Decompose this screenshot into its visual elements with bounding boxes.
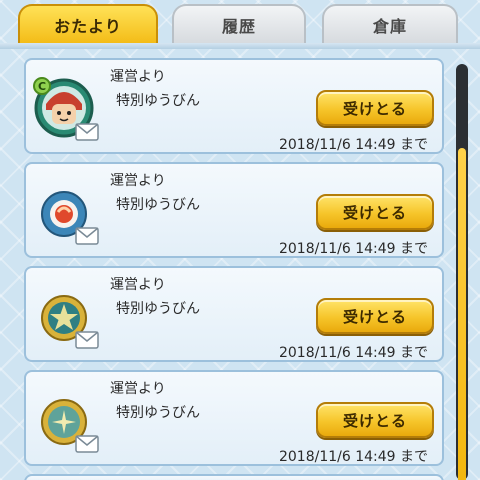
receive-button-label: 受けとる <box>342 307 407 326</box>
subject-label: 特別ゆうびん <box>116 197 200 213</box>
sender-label: 運営より <box>110 277 166 293</box>
receive-button-label: 受けとる <box>342 411 407 430</box>
deadline-label: 2018/11/6 14:49 まで <box>278 137 428 153</box>
receive-button[interactable]: 受けとる <box>316 194 434 230</box>
sender-label: 運営より <box>110 381 166 397</box>
deadline-label: 2018/11/6 14:49 まで <box>278 241 428 257</box>
receive-button-label: 受けとる <box>342 99 407 118</box>
subject-label: 特別ゆうびん <box>116 93 200 109</box>
gold-star-medal-icon <box>32 386 102 456</box>
receive-button[interactable]: 受けとる <box>316 298 434 334</box>
message-card[interactable]: 運営より 特別ゆうびん 受けとる 2018/11/6 14:49 まで <box>24 266 444 362</box>
deadline-label: 2018/11/6 14:49 まで <box>278 449 428 465</box>
message-card[interactable]: 運営より 特別ゆうびん 受けとる 2018/11/6 14:49 まで <box>24 370 444 466</box>
tab-label: おたより <box>54 17 122 36</box>
tab-history[interactable]: 履歴 <box>172 4 306 44</box>
scrollbar-thumb[interactable] <box>458 148 466 480</box>
red-orb-medal-icon <box>32 178 102 248</box>
scrollbar[interactable] <box>456 64 468 480</box>
deadline-label: 2018/11/6 14:49 まで <box>278 345 428 361</box>
tab-storage[interactable]: 倉庫 <box>322 4 458 44</box>
gold-star-medal-icon <box>32 282 102 352</box>
receive-button-label: 受けとる <box>342 203 407 222</box>
subject-label: 特別ゆうびん <box>116 301 200 317</box>
message-card[interactable]: 運営より 特別ゆうびん 受けとる 2018/11/6 14:49 まで <box>24 162 444 258</box>
svg-text:C: C <box>38 80 46 93</box>
receive-button[interactable]: 受けとる <box>316 90 434 126</box>
character-portrait-icon: C <box>32 74 102 144</box>
sender-label: 運営より <box>110 69 166 85</box>
message-card[interactable]: C 運営より 特別ゆうびん 受けとる 2018/11/6 14:49 まで <box>24 58 444 154</box>
receive-button[interactable]: 受けとる <box>316 402 434 438</box>
mailbox-screen: おたより 履歴 倉庫 C 運営より 特別ゆうびん 受けとる 2018/11/6 … <box>0 0 480 480</box>
tab-bar: おたより 履歴 倉庫 <box>0 0 480 50</box>
tab-label: 倉庫 <box>372 17 407 36</box>
sender-label: 運営より <box>110 173 166 189</box>
subject-label: 特別ゆうびん <box>116 405 200 421</box>
tab-divider <box>0 43 480 49</box>
tab-label: 履歴 <box>221 17 256 36</box>
message-card[interactable] <box>24 474 444 480</box>
tab-mail[interactable]: おたより <box>18 4 158 44</box>
